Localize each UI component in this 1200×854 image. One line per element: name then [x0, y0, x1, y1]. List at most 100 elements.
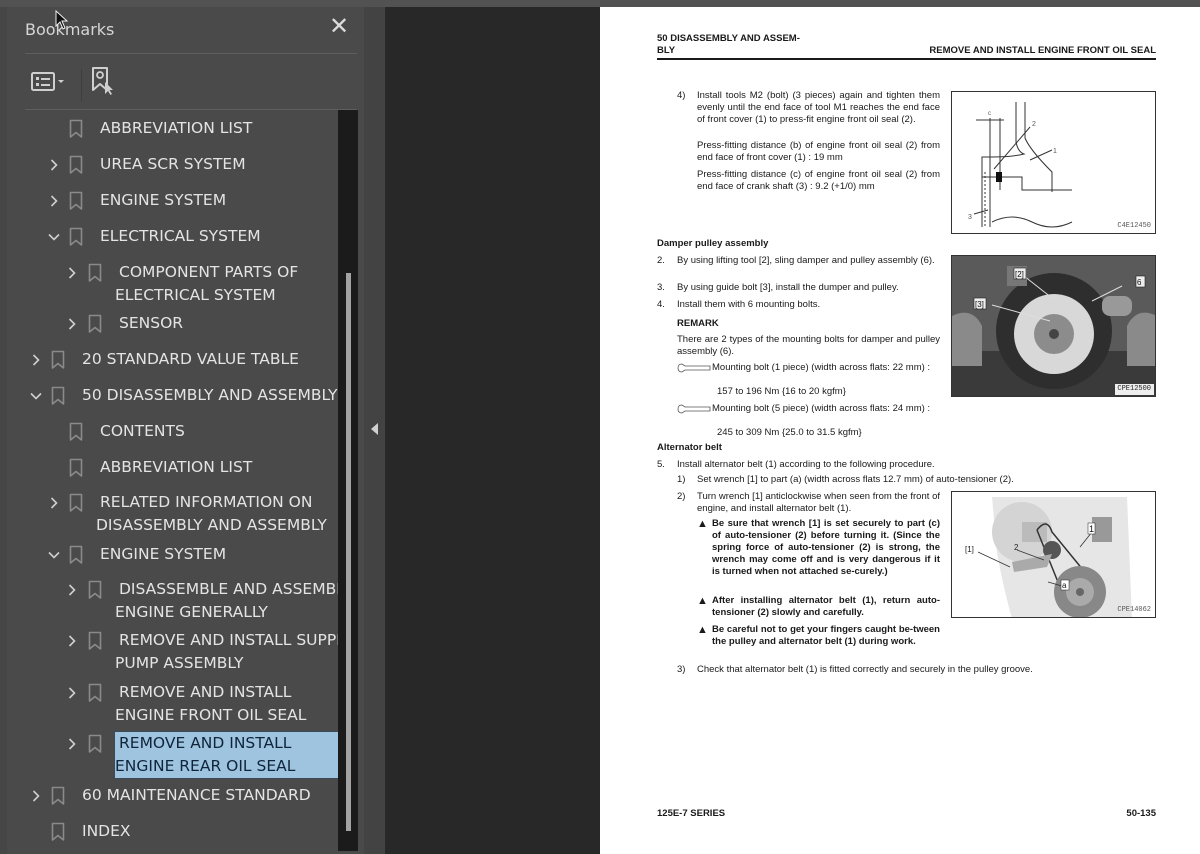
bookmark-item[interactable]: REMOVE AND INSTALL SUPPLY PUMP ASSEMBLY: [7, 629, 345, 675]
torque-value: 157 to 196 Nm {16 to 20 kgfm}: [717, 386, 846, 397]
step-text: Install them with 6 mounting bolts.: [677, 299, 821, 310]
bookmark-item[interactable]: INDEX: [7, 820, 345, 843]
chevron-right-icon[interactable]: [47, 158, 61, 172]
bookmark-label[interactable]: COMPONENT PARTS OF ELECTRICAL SYSTEM: [115, 261, 298, 307]
bookmark-item[interactable]: REMOVE AND INSTALL ENGINE REAR OIL SEAL: [7, 731, 345, 779]
bookmark-item[interactable]: COMPONENT PARTS OF ELECTRICAL SYSTEM: [7, 261, 345, 307]
bookmark-label[interactable]: UREA SCR SYSTEM: [100, 153, 246, 176]
bookmark-label[interactable]: INDEX: [82, 820, 131, 843]
chevron-right-icon[interactable]: [29, 353, 43, 367]
app-top-bar: [0, 0, 1200, 7]
bookmark-icon: [69, 493, 83, 513]
step-text: By using guide bolt [3], install the dum…: [677, 282, 899, 293]
bookmark-item[interactable]: 60 MAINTENANCE STANDARD: [7, 784, 345, 807]
chevron-right-icon[interactable]: [29, 789, 43, 803]
bookmark-icon: [69, 155, 83, 175]
figure-id: C4E12450: [1117, 222, 1151, 230]
chevron-right-icon[interactable]: [47, 496, 61, 510]
warning-text: After installing alternator belt (1), re…: [712, 595, 940, 618]
bookmark-icon: [69, 458, 83, 478]
footer-series: 125E-7 SERIES: [657, 808, 726, 819]
header-topic-title: REMOVE AND INSTALL ENGINE FRONT OIL SEAL: [929, 45, 1156, 56]
bookmark-label[interactable]: ABBREVIATION LIST: [100, 456, 252, 479]
bookmark-item[interactable]: ABBREVIATION LIST: [7, 456, 345, 479]
bookmark-label[interactable]: DISASSEMBLE AND ASSEMBLE ENGINE GENERALLY: [115, 578, 345, 624]
bookmark-label[interactable]: RELATED INFORMATION ON DISASSEMBLY AND AS…: [96, 491, 327, 537]
list-options-icon: [31, 72, 64, 91]
bookmark-label[interactable]: 50 DISASSEMBLY AND ASSEMBLY: [82, 384, 338, 407]
header-rule: [657, 58, 1156, 60]
bookmark-item[interactable]: UREA SCR SYSTEM: [7, 153, 345, 176]
warning-icon: ▲: [697, 624, 708, 636]
bookmark-label[interactable]: REMOVE AND INSTALL ENGINE FRONT OIL SEAL: [115, 681, 306, 727]
bookmark-label-line2: ENGINE GENERALLY: [115, 603, 268, 621]
bookmark-item[interactable]: ABBREVIATION LIST: [7, 117, 345, 140]
bookmark-icon: [51, 386, 65, 406]
chevron-right-icon[interactable]: [65, 686, 79, 700]
chevron-right-icon[interactable]: [47, 194, 61, 208]
bookmark-label[interactable]: ABBREVIATION LIST: [100, 117, 252, 140]
bookmarks-header: Bookmarks ✕: [25, 7, 357, 54]
bookmarks-toolbar: [25, 55, 357, 110]
bookmark-label[interactable]: REMOVE AND INSTALL ENGINE REAR OIL SEAL: [114, 731, 345, 779]
bookmark-label[interactable]: ELECTRICAL SYSTEM: [100, 225, 261, 248]
bookmark-label[interactable]: ENGINE SYSTEM: [100, 189, 226, 212]
step-number: 4.: [657, 299, 665, 310]
chevron-right-icon[interactable]: [65, 583, 79, 597]
collapse-panel-arrow-icon[interactable]: [371, 423, 378, 435]
bookmarks-scrollbar-thumb[interactable]: [346, 273, 351, 831]
bookmark-item[interactable]: ELECTRICAL SYSTEM: [7, 225, 345, 248]
bookmark-label-line2: ENGINE FRONT OIL SEAL: [115, 706, 307, 724]
bookmark-label-line2: PUMP ASSEMBLY: [115, 654, 244, 672]
torque-value: 245 to 309 Nm {25.0 to 31.5 kgfm}: [717, 427, 862, 438]
bookmark-item[interactable]: RELATED INFORMATION ON DISASSEMBLY AND AS…: [7, 491, 345, 537]
torque-spec: Mounting bolt (5 piece) (width across fl…: [712, 403, 931, 414]
figure-label: 2: [1032, 121, 1036, 128]
bookmark-label[interactable]: REMOVE AND INSTALL SUPPLY PUMP ASSEMBLY: [115, 629, 345, 675]
torque-wrench-icon: [677, 363, 711, 373]
bookmark-icon: [51, 786, 65, 806]
chevron-down-icon[interactable]: [29, 389, 43, 403]
substep-text: Check that alternator belt (1) is fitted…: [697, 664, 1033, 675]
figure-damper-pulley-photo: [2] [3] 6 CPE12500: [951, 255, 1156, 397]
section-heading: Damper pulley assembly: [657, 238, 769, 249]
figure-id: CPE14062: [1117, 606, 1151, 614]
options-menu-button[interactable]: [31, 69, 71, 95]
close-icon[interactable]: ✕: [327, 15, 351, 39]
bookmark-icon: [88, 314, 102, 334]
bookmark-item[interactable]: 50 DISASSEMBLY AND ASSEMBLY: [7, 384, 345, 407]
chevron-right-icon[interactable]: [65, 634, 79, 648]
bookmark-item[interactable]: REMOVE AND INSTALL ENGINE FRONT OIL SEAL: [7, 681, 345, 727]
chevron-right-icon[interactable]: [65, 266, 79, 280]
figure-label: 3: [968, 214, 972, 221]
bookmark-label-line1: REMOVE AND INSTALL: [119, 734, 292, 752]
chevron-down-icon[interactable]: [47, 548, 61, 562]
warning-text: Be sure that wrench [1] is set securely …: [712, 518, 940, 577]
substep-number: 3): [677, 664, 686, 675]
chevron-right-icon[interactable]: [65, 317, 79, 331]
bookmark-label[interactable]: ENGINE SYSTEM: [100, 543, 226, 566]
alternator-belt-drawing: [1] 2 1 a: [952, 492, 1155, 617]
bookmark-icon: [88, 734, 102, 754]
bookmark-label[interactable]: SENSOR: [119, 312, 183, 335]
remark-text: There are 2 types of the mounting bolts …: [677, 334, 940, 357]
bookmark-label-line1: REMOVE AND INSTALL SUPPLY: [119, 631, 345, 649]
bookmark-label[interactable]: 60 MAINTENANCE STANDARD: [82, 784, 311, 807]
bookmark-item[interactable]: ENGINE SYSTEM: [7, 543, 345, 566]
bookmark-label-line2: ENGINE REAR OIL SEAL: [115, 757, 296, 775]
bookmark-label[interactable]: 20 STANDARD VALUE TABLE: [82, 348, 299, 371]
chevron-down-icon[interactable]: [47, 230, 61, 244]
bookmark-label-line1: REMOVE AND INSTALL: [119, 683, 292, 701]
bookmark-label[interactable]: CONTENTS: [100, 420, 185, 443]
oil-seal-diagram: c 2 1 3: [968, 102, 1073, 228]
bookmark-item[interactable]: DISASSEMBLE AND ASSEMBLE ENGINE GENERALLY: [7, 578, 345, 624]
warning-text: Be careful not to get your fingers caugh…: [712, 624, 940, 647]
bookmark-item[interactable]: SENSOR: [7, 312, 345, 335]
bookmark-item[interactable]: 20 STANDARD VALUE TABLE: [7, 348, 345, 371]
find-current-bookmark-button[interactable]: [91, 66, 119, 96]
bookmark-label-line1: COMPONENT PARTS OF: [119, 263, 299, 281]
bookmark-item[interactable]: ENGINE SYSTEM: [7, 189, 345, 212]
mouse-cursor-icon: [55, 10, 69, 30]
chevron-right-icon[interactable]: [65, 737, 79, 751]
bookmark-item[interactable]: CONTENTS: [7, 420, 345, 443]
